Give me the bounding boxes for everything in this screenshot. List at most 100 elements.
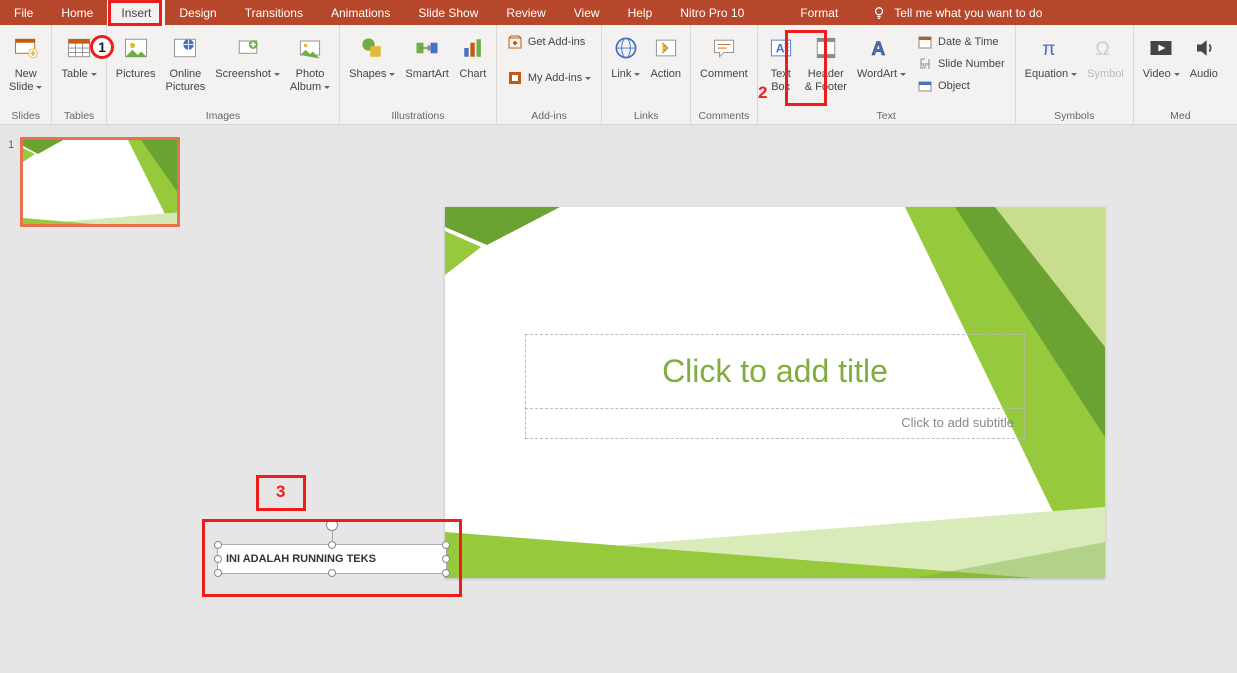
tell-me-search[interactable]: Tell me what you want to do [872,0,1042,25]
action-button[interactable]: Action [645,27,686,81]
tab-design[interactable]: Design [165,0,230,25]
annotation-box-3-label [256,475,306,511]
tab-home[interactable]: Home [47,0,107,25]
group-media: Video Audio Med [1134,25,1227,124]
slide-number-button[interactable]: # Slide Number [911,53,1011,75]
svg-text:π: π [1042,39,1055,60]
photo-album-icon [296,34,324,62]
smartart-icon [413,34,441,62]
new-slide-icon [12,34,40,62]
comment-button[interactable]: Comment [695,27,753,81]
text-box-icon: A [767,34,795,62]
group-symbols: π Equation Ω Symbol Symbols [1016,25,1134,124]
slide-number-icon: # [917,56,933,72]
equation-icon: π [1037,34,1065,62]
resize-handle-s[interactable] [328,569,336,577]
tab-help[interactable]: Help [614,0,667,25]
video-button[interactable]: Video [1138,27,1185,81]
object-button[interactable]: Object [911,75,1011,97]
group-illustrations: Shapes SmartArt Chart Illustrations [340,25,497,124]
group-images: Pictures Online Pictures Screenshot Phot… [107,25,340,124]
addins-icon [507,70,523,86]
svg-text:A: A [872,39,886,60]
annotation-number-3: 3 [276,482,285,502]
video-icon [1147,34,1175,62]
table-icon [65,34,93,62]
equation-button[interactable]: π Equation [1020,27,1082,81]
resize-handle-sw[interactable] [214,569,222,577]
online-pictures-icon [171,34,199,62]
resize-handle-n[interactable] [328,541,336,549]
screenshot-icon [234,34,262,62]
group-links: Link Action Links [602,25,691,124]
tab-insert[interactable]: Insert [107,0,165,25]
resize-handle-se[interactable] [442,569,450,577]
symbol-button[interactable]: Ω Symbol [1082,27,1129,81]
rotate-handle[interactable] [326,519,338,531]
wordart-button[interactable]: A WordArt [852,27,911,81]
slide-thumbnail-1[interactable] [20,137,180,227]
menu-bar: File Home Insert Design Transitions Anim… [0,0,1237,25]
group-slides: New Slide Slides [0,25,52,124]
thumbnail-preview-icon [23,140,180,227]
chart-icon [459,34,487,62]
resize-handle-w[interactable] [214,555,222,563]
svg-text:#: # [922,62,927,71]
workspace: 1 [0,125,1237,673]
action-icon [652,34,680,62]
header-footer-button[interactable]: Header & Footer [800,27,852,93]
audio-icon [1190,34,1218,62]
group-addins: Get Add-ins My Add-ins Add-ins [497,25,602,124]
text-box-button[interactable]: A Text Box [762,27,800,93]
link-icon [612,34,640,62]
group-text: A Text Box Header & Footer A WordArt Dat… [758,25,1016,124]
tab-animations[interactable]: Animations [317,0,404,25]
photo-album-button[interactable]: Photo Album [285,27,335,93]
date-time-icon [917,34,933,50]
symbol-icon: Ω [1091,34,1119,62]
chart-button[interactable]: Chart [454,27,492,81]
text-box-content: INI ADALAH RUNNING TEKS [226,553,376,565]
resize-handle-e[interactable] [442,555,450,563]
pictures-icon [122,34,150,62]
date-time-button[interactable]: Date & Time [911,31,1011,53]
link-button[interactable]: Link [606,27,645,81]
tab-nitro[interactable]: Nitro Pro 10 [666,0,758,25]
ribbon: New Slide Slides Table Tables Pictures O… [0,25,1237,125]
shapes-button[interactable]: Shapes [344,27,400,81]
shapes-icon [358,34,386,62]
screenshot-button[interactable]: Screenshot [210,27,285,81]
tab-file[interactable]: File [0,0,47,25]
pictures-button[interactable]: Pictures [111,27,161,81]
my-addins-button[interactable]: My Add-ins [501,67,597,89]
tab-format[interactable]: Format [786,0,852,25]
get-addins-button[interactable]: Get Add-ins [501,31,597,53]
lightbulb-icon [872,6,886,20]
tab-review[interactable]: Review [492,0,559,25]
title-placeholder[interactable]: Click to add title [525,334,1025,409]
online-pictures-button[interactable]: Online Pictures [161,27,211,93]
smartart-button[interactable]: SmartArt [400,27,453,81]
subtitle-placeholder[interactable]: Click to add subtitle [525,407,1025,439]
selected-text-box[interactable]: INI ADALAH RUNNING TEKS [217,544,447,574]
tab-slideshow[interactable]: Slide Show [404,0,492,25]
resize-handle-ne[interactable] [442,541,450,549]
audio-button[interactable]: Audio [1185,27,1223,81]
new-slide-button[interactable]: New Slide [4,27,47,93]
tab-transitions[interactable]: Transitions [231,0,317,25]
svg-text:Ω: Ω [1096,39,1110,60]
slide-editor[interactable]: Click to add title Click to add subtitle… [190,125,1237,673]
resize-handle-nw[interactable] [214,541,222,549]
comment-icon [710,34,738,62]
tell-me-label: Tell me what you want to do [894,6,1042,20]
store-icon [507,34,523,50]
slide-thumbnail-pane: 1 [0,125,190,673]
tab-view[interactable]: View [560,0,614,25]
thumbnail-number: 1 [8,137,20,227]
wordart-icon: A [867,34,895,62]
table-button[interactable]: Table [56,27,101,81]
svg-text:A: A [775,41,784,55]
slide-canvas[interactable]: Click to add title Click to add subtitle [445,207,1105,578]
group-tables: Table Tables [52,25,106,124]
group-comments: Comment Comments [691,25,758,124]
